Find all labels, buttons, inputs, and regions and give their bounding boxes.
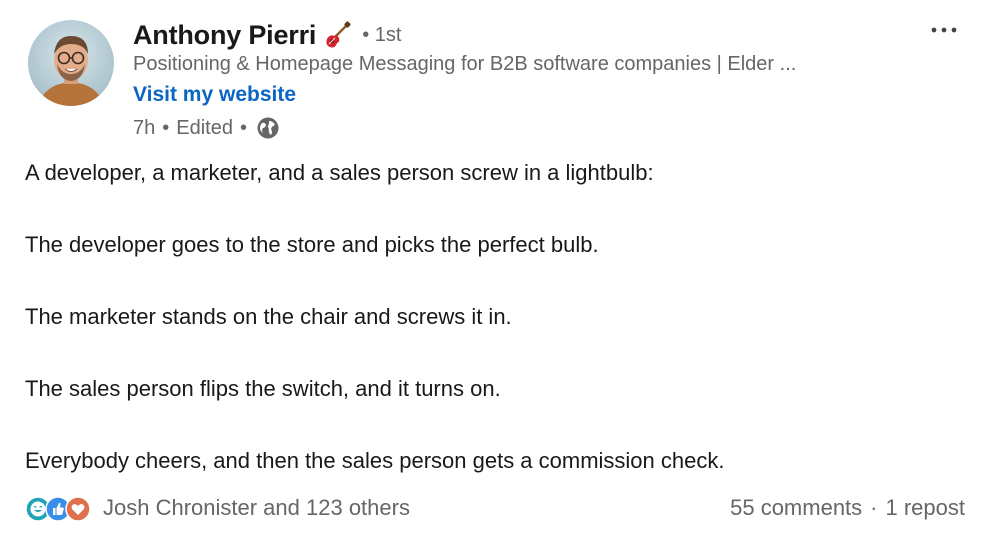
author-avatar[interactable]	[28, 20, 114, 106]
reactions-summary[interactable]: Josh Chronister and 123 others	[25, 494, 410, 522]
author-name-row: Anthony Pierri • 1st	[133, 18, 401, 52]
author-headline: Positioning & Homepage Messaging for B2B…	[133, 53, 797, 75]
visit-website-link[interactable]: Visit my website	[133, 83, 296, 107]
social-counts: Josh Chronister and 123 others 55 commen…	[25, 492, 965, 524]
post-line: The sales person flips the switch, and i…	[25, 376, 501, 401]
feed-post: Anthony Pierri • 1st Positioning & Homep…	[0, 0, 992, 536]
post-line: Everybody cheers, and then the sales per…	[25, 448, 725, 473]
reaction-icons	[25, 494, 97, 522]
post-meta: 7h • Edited •	[133, 114, 280, 142]
connection-degree: • 1st	[362, 23, 402, 46]
meta-separator: •	[162, 116, 170, 139]
post-text: A developer, a marketer, and a sales per…	[25, 159, 965, 519]
post-line: The developer goes to the store and pick…	[25, 232, 599, 257]
post-line: The marketer stands on the chair and scr…	[25, 304, 512, 329]
guitar-icon	[322, 20, 352, 50]
reposts-count-link[interactable]: 1 repost	[886, 495, 966, 521]
more-options-button[interactable]	[928, 18, 960, 42]
comments-count-link[interactable]: 55 comments	[730, 495, 862, 521]
author-name[interactable]: Anthony Pierri	[133, 20, 316, 51]
post-line: A developer, a marketer, and a sales per…	[25, 160, 654, 185]
meta-separator: •	[239, 116, 247, 139]
globe-icon	[256, 116, 280, 140]
post-time: 7h	[133, 116, 156, 139]
engagement-counts: 55 comments · 1 repost	[730, 495, 965, 521]
ellipsis-icon	[931, 27, 957, 33]
edited-label: Edited	[176, 116, 233, 139]
love-icon	[65, 496, 91, 522]
reactors-text[interactable]: Josh Chronister and 123 others	[103, 495, 410, 521]
counts-separator: ·	[870, 495, 878, 520]
